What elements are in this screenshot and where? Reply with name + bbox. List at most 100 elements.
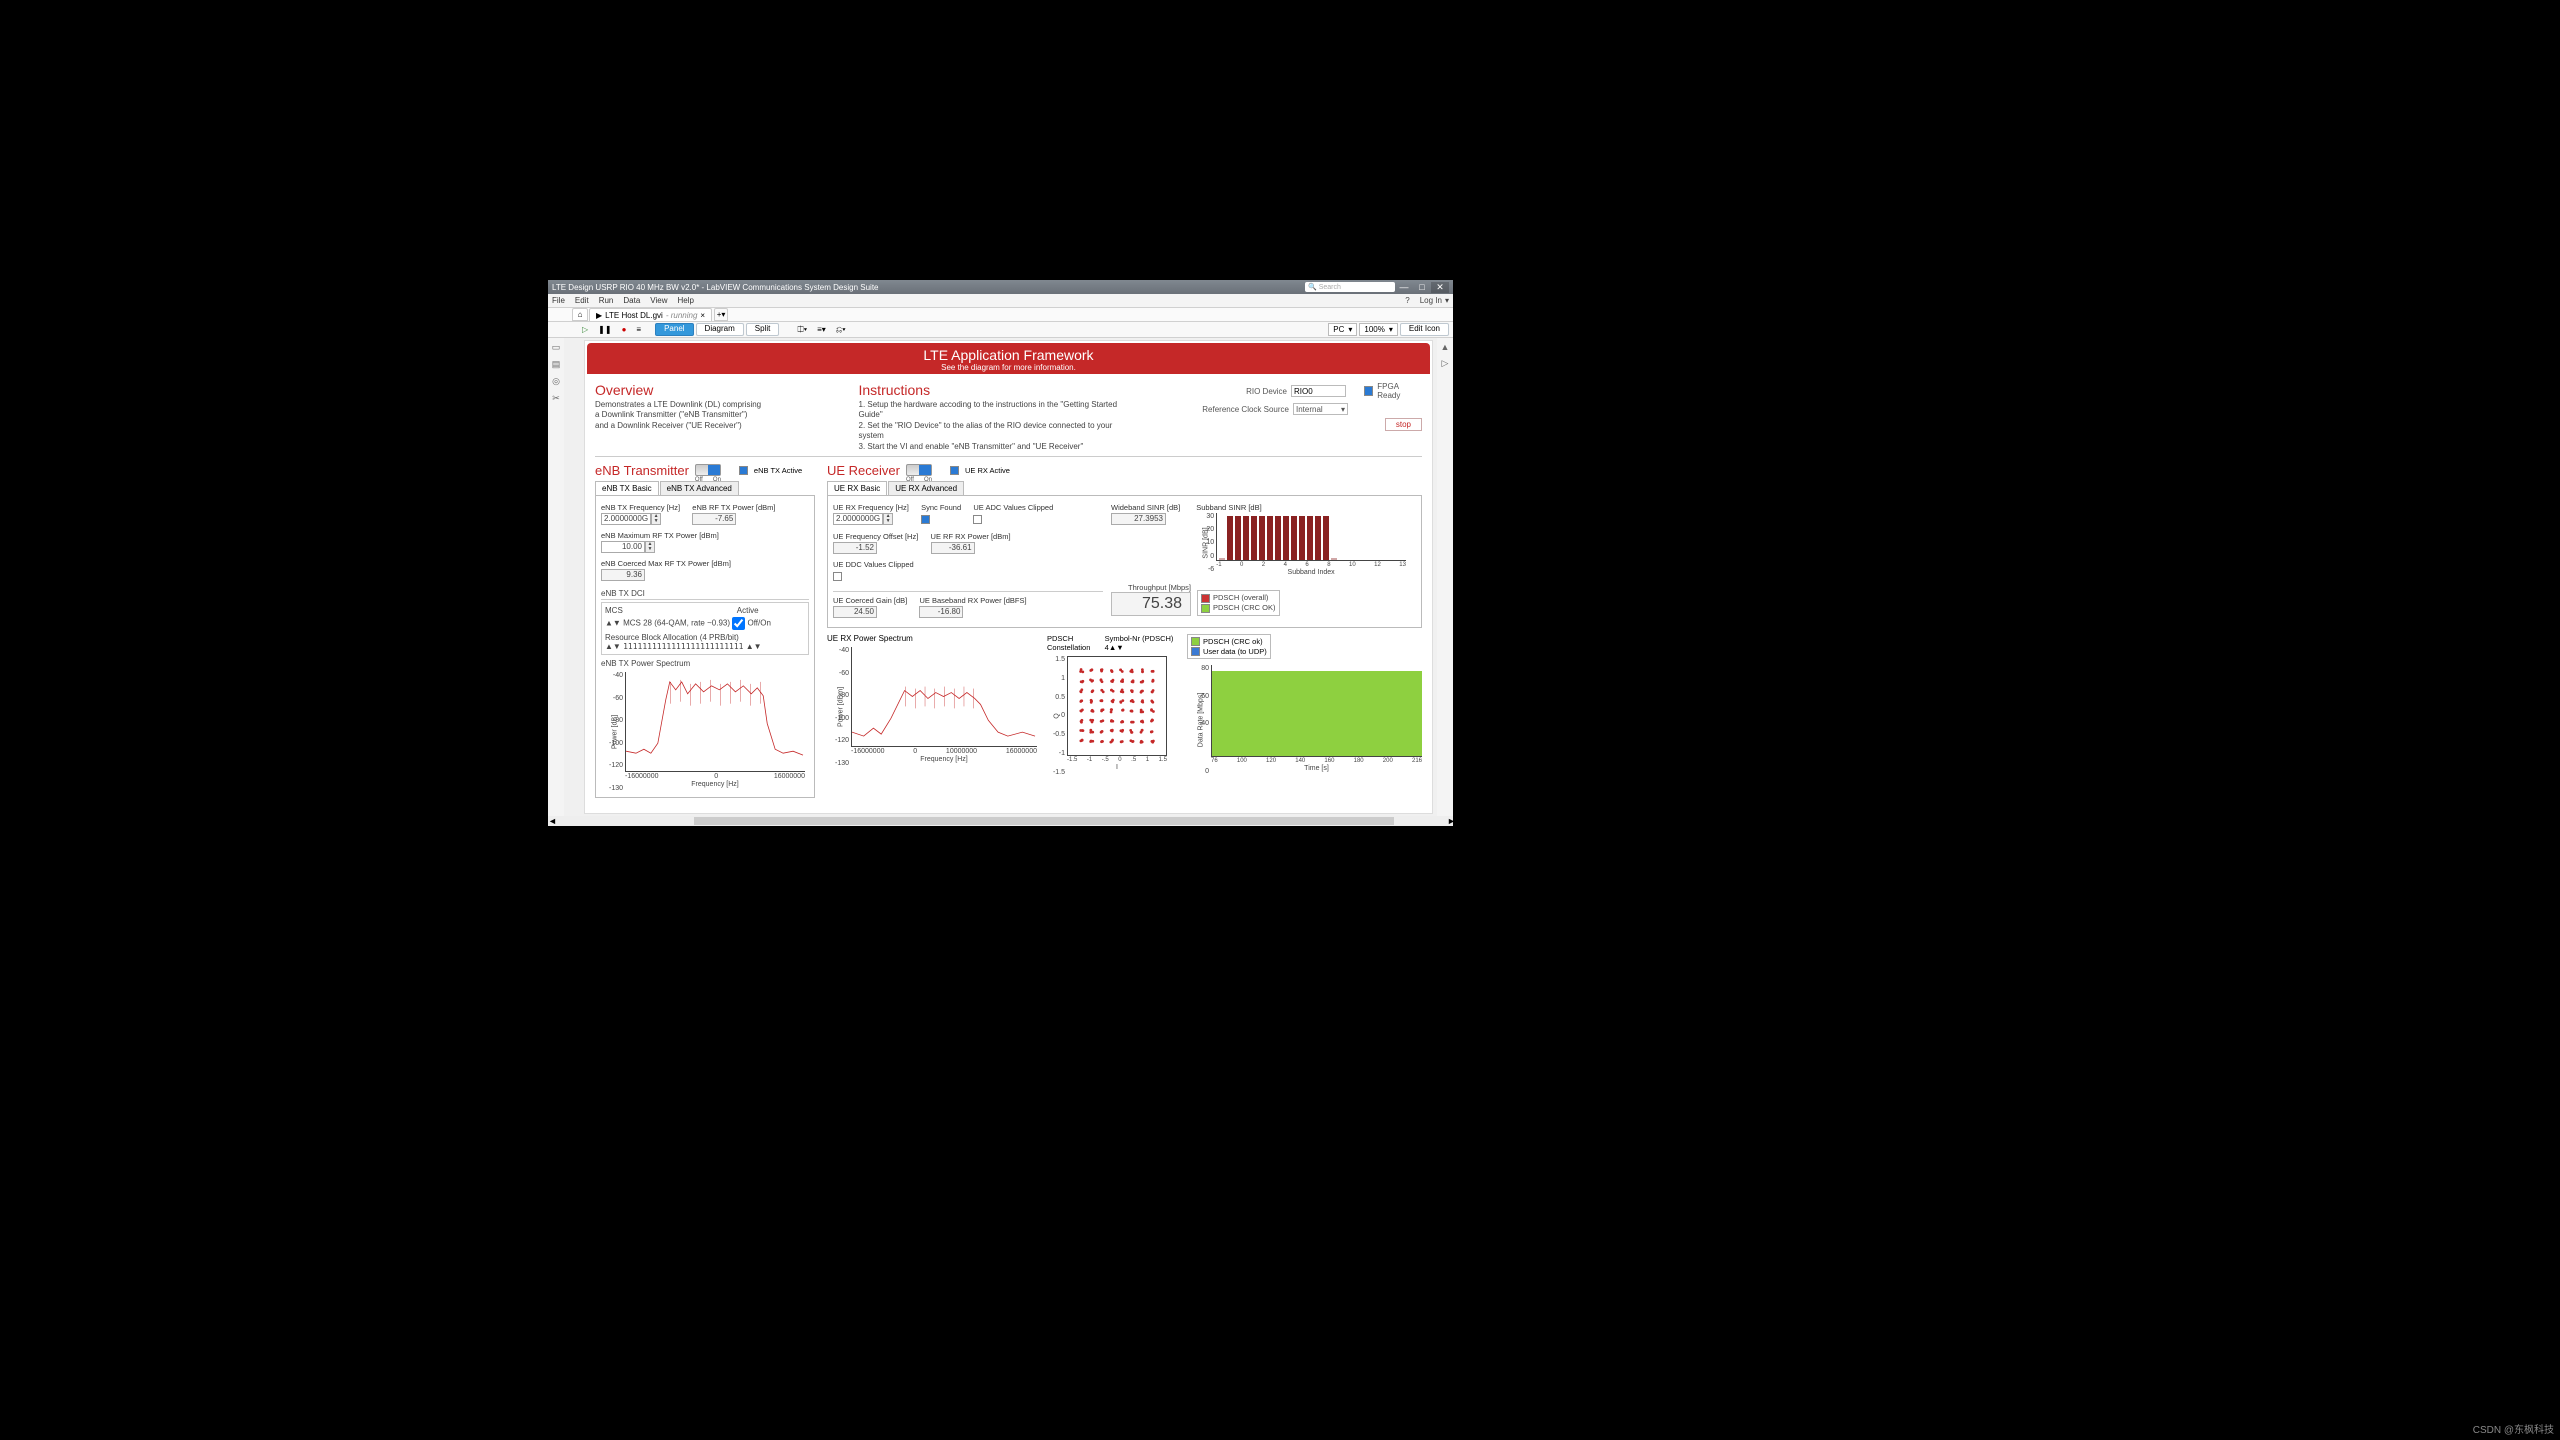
watermark: CSDN @东枫科技 [2473,1421,2554,1436]
file-tabs: ⌂ ▶ LTE Host DL.gvi - running × + ▾ [548,308,1453,322]
enb-enable-switch[interactable]: OffOn [695,464,721,476]
window-title: LTE Design USRP RIO 40 MHz BW v2.0* - La… [552,283,878,292]
fpga-ready-label: FPGA Ready [1377,382,1422,400]
left-gutter: ▭ ▤ ◎ ✂ [548,338,564,816]
overview-title: Overview [595,382,795,398]
tools-icon[interactable]: ✂ [552,393,560,404]
throughput-block: Throughput [Mbps] 75.38 [1111,583,1191,616]
enb-column: eNB Transmitter OffOn eNB TX Active eNB … [595,463,815,798]
enb-tab-basic[interactable]: eNB TX Basic [595,481,659,495]
menu-button[interactable]: ≡ [632,324,645,336]
menu-run[interactable]: Run [599,296,614,305]
ue-enable-switch[interactable]: OffOn [906,464,932,476]
tool-align[interactable]: ⎅▾ [793,324,811,336]
ue-active-label: UE RX Active [965,466,1010,475]
banner-title: LTE Application Framework [587,347,1430,363]
app-window: LTE Design USRP RIO 40 MHz BW v2.0* - La… [548,280,1453,826]
run-button[interactable]: ▷ [578,324,592,336]
ddc-clip-led [833,572,842,581]
run-arrow-icon[interactable]: ▷ [1442,358,1449,369]
search-input[interactable]: Search [1305,282,1395,292]
workarea: ▭ ▤ ◎ ✂ LTE Application Framework See th… [548,338,1453,816]
ue-rfpow-value: -36.61 [931,542,975,554]
enb-active-label: eNB TX Active [754,466,802,475]
ue-bb-value: -16.80 [919,606,963,618]
maximize-button[interactable]: □ [1413,282,1431,292]
scrollbar-horizontal[interactable]: ◄► [548,816,1453,826]
enb-title: eNB Transmitter [595,463,689,478]
enb-coerced-value: 9.36 [601,569,645,581]
menu-view[interactable]: View [650,296,667,305]
ue-title: UE Receiver [827,463,900,478]
clk-select[interactable]: Internal▾ [1293,403,1348,415]
ue-gain-value: 24.50 [833,606,877,618]
rate-chart: Data Rate [Mbps] 8060400 761001201401601… [1211,665,1422,775]
device-panel: RIO Device FPGA Ready Reference Clock So… [1202,382,1422,452]
overview: Overview Demonstrates a LTE Downlink (DL… [595,382,795,452]
adc-clip-led [973,515,982,524]
view-split[interactable]: Split [746,323,780,336]
ue-column: UE Receiver OffOn UE RX Active UE RX Bas… [827,463,1422,798]
throughput-value: 75.38 [1111,592,1191,616]
front-panel: LTE Application Framework See the diagra… [584,340,1433,814]
ue-offset-value: -1.52 [833,542,877,554]
right-gutter: ▲ ▷ [1437,338,1453,816]
view-diagram[interactable]: Diagram [696,323,744,336]
enb-spectrum-chart: Power [dB] -40-60-80-100-120-130 [625,672,805,792]
close-button[interactable]: ✕ [1431,282,1449,293]
ue-tab-basic[interactable]: UE RX Basic [827,481,887,495]
tool-distrib[interactable]: ≡▾ [813,324,830,336]
throughput-legend: PDSCH (overall) PDSCH (CRC OK) [1197,590,1280,616]
subband-sinr-chart: SINR [dB] 3020100-6 -102468101213 Subban… [1216,513,1406,573]
doc-icon[interactable]: ▭ [552,342,561,353]
banner-sub: See the diagram for more information. [587,363,1430,372]
constellation-chart: Q 1.510.50-0.5-1-1.5 -1.5-1-.50.511.5 I [1067,656,1177,776]
ue-active-led [950,466,959,475]
file-tab[interactable]: ▶ LTE Host DL.gvi - running × [589,308,712,321]
menubar: File Edit Run Data View Help ? Log In ▾ [548,294,1453,308]
tool-group[interactable]: ⎌▾ [832,324,850,336]
stop-button[interactable]: stop [1385,418,1422,431]
menu-edit[interactable]: Edit [575,296,589,305]
edit-icon-button[interactable]: Edit Icon [1400,323,1449,336]
file-state: - running [666,311,698,320]
menu-help[interactable]: Help [677,296,693,305]
fpga-ready-led [1364,386,1374,396]
sync-found-led [921,515,930,524]
toolbar: ▷ ❚❚ ● ≡ Panel Diagram Split ⎅▾ ≡▾ ⎌▾ PC… [548,322,1453,338]
menu-data[interactable]: Data [623,296,640,305]
rate-legend: PDSCH (CRC ok) User data (to UDP) [1187,634,1271,660]
instructions: Instructions 1. Setup the hardware accod… [859,382,1139,452]
enb-rfpow-value: -7.65 [692,513,736,525]
target-icon[interactable]: ◎ [552,376,560,387]
arrow-up-icon[interactable]: ▲ [1441,342,1450,352]
rb-alloc-input[interactable]: 1111111111111111111111111 [623,642,743,651]
tab-close-icon[interactable]: × [700,311,705,320]
enb-maxrf-input[interactable]: 10.00 [601,541,645,553]
instructions-title: Instructions [859,382,1139,398]
help-icon[interactable]: ? [1405,296,1409,305]
home-icon[interactable]: ⌂ [572,308,588,321]
menu-file[interactable]: File [552,296,565,305]
target-select[interactable]: PC▾ [1328,323,1357,336]
rio-device-input[interactable] [1291,385,1346,397]
abort-button[interactable]: ● [618,324,631,336]
clk-label: Reference Clock Source [1202,405,1289,414]
zoom-select[interactable]: 100%▾ [1359,323,1397,336]
center-pane: LTE Application Framework See the diagra… [564,338,1437,816]
login-button[interactable]: Log In ▾ [1420,296,1449,305]
ue-spectrum-chart: Power [dBm] -40-60-80-100-120-130 [851,647,1037,767]
rio-device-label: RIO Device [1202,387,1287,396]
pause-button[interactable]: ❚❚ [594,324,615,336]
new-tab-button[interactable]: + ▾ [714,308,728,321]
layers-icon[interactable]: ▤ [552,359,561,370]
enb-active-led [739,466,748,475]
banner: LTE Application Framework See the diagra… [587,343,1430,374]
dci-active-checkbox[interactable] [732,617,745,630]
enb-freq-input[interactable]: 2.0000000G [601,513,651,525]
ue-freq-input[interactable]: 2.0000000G [833,513,883,525]
mcs-select[interactable]: MCS 28 (64-QAM, rate ~0.93) [623,619,730,628]
view-panel[interactable]: Panel [655,323,693,336]
minimize-button[interactable]: — [1395,282,1413,292]
titlebar: LTE Design USRP RIO 40 MHz BW v2.0* - La… [548,280,1453,294]
